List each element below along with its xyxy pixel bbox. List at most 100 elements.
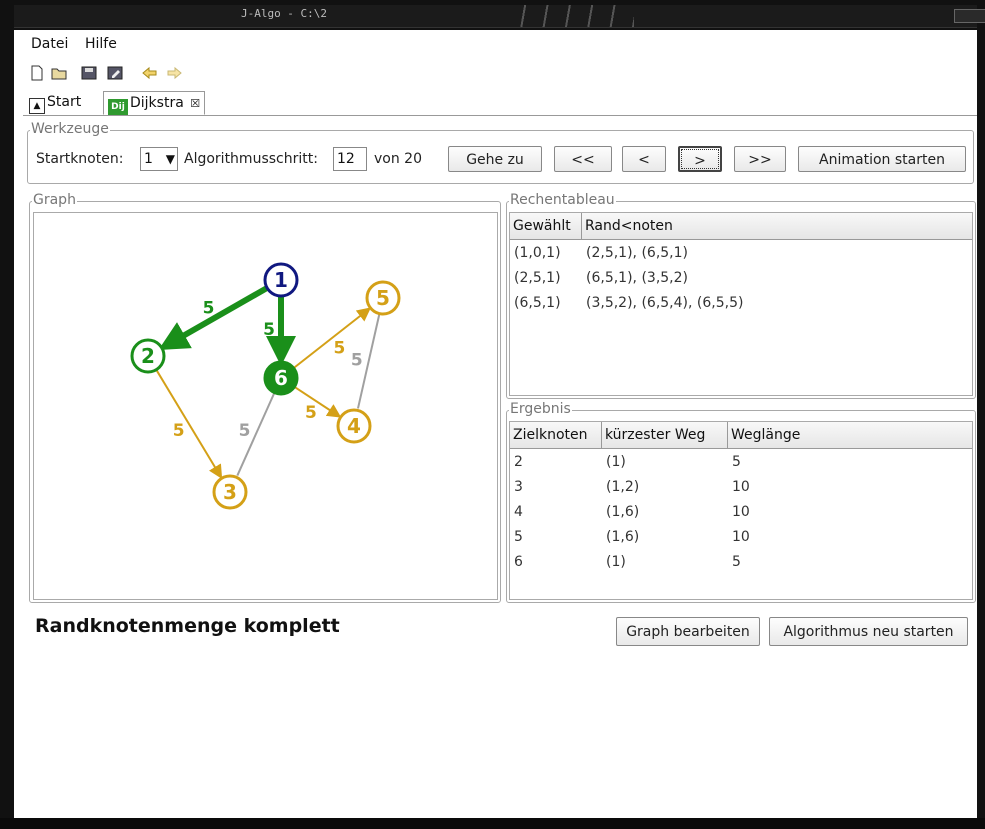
- window-title: J-Algo - C:\2: [240, 7, 328, 20]
- window-controls[interactable]: [954, 9, 985, 23]
- result-cell[interactable]: 6: [514, 550, 523, 574]
- edge-weight-label: 5: [333, 338, 345, 358]
- graph-group: Graph 5555555 123456: [29, 192, 501, 603]
- result-cell[interactable]: (1): [606, 450, 626, 474]
- result-col-kuerzester-weg[interactable]: kürzester Weg: [602, 422, 728, 448]
- graph-node-4[interactable]: 4: [336, 408, 372, 444]
- result-cell[interactable]: 3: [514, 475, 523, 499]
- algorithmusschritt-input[interactable]: 12: [333, 147, 367, 171]
- tab-dijkstra-label: Dijkstra: [130, 95, 184, 111]
- tableau-col-randknoten[interactable]: Rand<noten: [582, 213, 972, 239]
- close-tab-icon[interactable]: ☒: [190, 97, 200, 110]
- edge-weight-label: 5: [173, 421, 185, 441]
- goto-button[interactable]: Gehe zu: [448, 146, 542, 172]
- graph-node-label: 2: [141, 344, 155, 368]
- result-header: Zielknoten kürzester Weg Weglänge: [510, 422, 972, 449]
- menu-datei[interactable]: Datei: [31, 36, 68, 52]
- animation-start-button[interactable]: Animation starten: [798, 146, 966, 172]
- result-cell[interactable]: (1,6): [606, 500, 639, 524]
- start-icon: ▲: [29, 98, 45, 114]
- result-table[interactable]: Zielknoten kürzester Weg Weglänge 2 (1) 5 3…: [509, 421, 973, 600]
- startknoten-value: 1: [144, 151, 153, 167]
- result-cell[interactable]: 5: [732, 450, 741, 474]
- restart-algorithm-button[interactable]: Algorithmus neu starten: [769, 617, 968, 646]
- window-frame-right: [977, 0, 985, 829]
- schritt-total-label: von 20: [374, 151, 422, 167]
- graph-drawing[interactable]: 55555 55 123456: [34, 213, 497, 599]
- back-icon[interactable]: [141, 65, 157, 81]
- result-cell[interactable]: (1): [606, 550, 626, 574]
- tab-bar: ▲ Start Dij Dijkstra ☒: [23, 89, 977, 116]
- tools-group: Werkzeuge Startknoten: 1 ▼ Algorithmussc…: [27, 121, 974, 184]
- tableau-col-gewaehlt[interactable]: Gewählt: [510, 213, 582, 239]
- last-step-button[interactable]: >>: [734, 146, 786, 172]
- result-col-weglaenge[interactable]: Weglänge: [728, 422, 972, 448]
- graph-node-label: 1: [274, 268, 288, 292]
- graph-node-5[interactable]: 5: [365, 280, 401, 316]
- save-as-icon[interactable]: [107, 65, 123, 81]
- graph-node-label: 5: [376, 286, 390, 310]
- graph-node-1[interactable]: 1: [263, 262, 299, 298]
- tab-start-label: Start: [47, 94, 82, 110]
- status-message: Randknotenmenge komplett: [35, 615, 340, 637]
- chevron-down-icon[interactable]: ▼: [166, 148, 175, 170]
- window-frame-bottom: [0, 818, 985, 829]
- edit-graph-button[interactable]: Graph bearbeiten: [616, 617, 760, 646]
- window-frame-left: [0, 0, 14, 829]
- new-file-icon[interactable]: [29, 65, 45, 81]
- next-step-button[interactable]: >: [678, 146, 722, 172]
- edge-weight-label: 5: [263, 320, 275, 340]
- toolbar: [23, 61, 977, 89]
- result-cell[interactable]: 2: [514, 450, 523, 474]
- tableau-header: Gewählt Rand<noten: [510, 213, 972, 240]
- edge-2-3[interactable]: [155, 369, 223, 479]
- edge-1-2[interactable]: [158, 285, 269, 351]
- graph-legend: Graph: [32, 192, 77, 208]
- menu-hilfe[interactable]: Hilfe: [85, 36, 117, 52]
- graph-node-6[interactable]: 6: [263, 360, 299, 396]
- first-step-button[interactable]: <<: [554, 146, 612, 172]
- tableau-table[interactable]: Gewählt Rand<noten (1,0,1) (2,5,1), (6,5,…: [509, 212, 973, 396]
- tableau-cell[interactable]: (2,5,1): [514, 266, 561, 290]
- graph-node-3[interactable]: 3: [212, 474, 248, 510]
- result-cell[interactable]: (1,2): [606, 475, 639, 499]
- save-icon[interactable]: [81, 65, 97, 81]
- tableau-cell[interactable]: (3,5,2), (6,5,4), (6,5,5): [586, 291, 743, 315]
- result-cell[interactable]: 10: [732, 500, 750, 524]
- result-group: Ergebnis Zielknoten kürzester Weg Weglän…: [506, 401, 976, 603]
- result-cell[interactable]: 5: [514, 525, 523, 549]
- result-cell[interactable]: 10: [732, 475, 750, 499]
- dijkstra-icon: Dij: [108, 99, 128, 115]
- startknoten-select[interactable]: 1 ▼: [140, 147, 178, 171]
- edge-weight-label: 5: [305, 403, 317, 423]
- application-window: Datei Hilfe ▲ Start Dij Dijkstra ☒ Werkzeu…: [23, 31, 977, 818]
- prev-step-button[interactable]: <: [622, 146, 666, 172]
- tableau-cell[interactable]: (6,5,1): [514, 291, 561, 315]
- graph-node-label: 6: [274, 366, 288, 390]
- result-cell[interactable]: 5: [732, 550, 741, 574]
- tableau-cell[interactable]: (1,0,1): [514, 241, 561, 265]
- edge-weight-label: 5: [351, 350, 363, 370]
- graph-canvas[interactable]: 5555555 123456: [33, 212, 498, 600]
- graph-node-label: 3: [223, 480, 237, 504]
- edge-weight-label: 5: [239, 421, 251, 441]
- result-cell[interactable]: 4: [514, 500, 523, 524]
- graph-node-2[interactable]: 2: [130, 338, 166, 374]
- startknoten-label: Startknoten:: [36, 151, 124, 167]
- menu-bar: Datei Hilfe: [23, 31, 977, 59]
- title-bar[interactable]: J-Algo - C:\2: [14, 5, 985, 28]
- tab-dijkstra[interactable]: Dij Dijkstra ☒: [103, 91, 206, 115]
- tableau-cell[interactable]: (6,5,1), (3,5,2): [586, 266, 688, 290]
- tools-legend: Werkzeuge: [30, 121, 110, 137]
- result-legend: Ergebnis: [509, 401, 572, 417]
- open-folder-icon[interactable]: [51, 65, 67, 81]
- edge-weight-label: 5: [203, 299, 215, 319]
- result-col-zielknoten[interactable]: Zielknoten: [510, 422, 602, 448]
- result-cell[interactable]: (1,6): [606, 525, 639, 549]
- result-cell[interactable]: 10: [732, 525, 750, 549]
- tableau-cell[interactable]: (2,5,1), (6,5,1): [586, 241, 688, 265]
- forward-icon[interactable]: [165, 65, 182, 81]
- graph-node-label: 4: [347, 414, 361, 438]
- title-bar-decoration: [514, 5, 634, 27]
- tab-start[interactable]: ▲ Start: [25, 91, 85, 114]
